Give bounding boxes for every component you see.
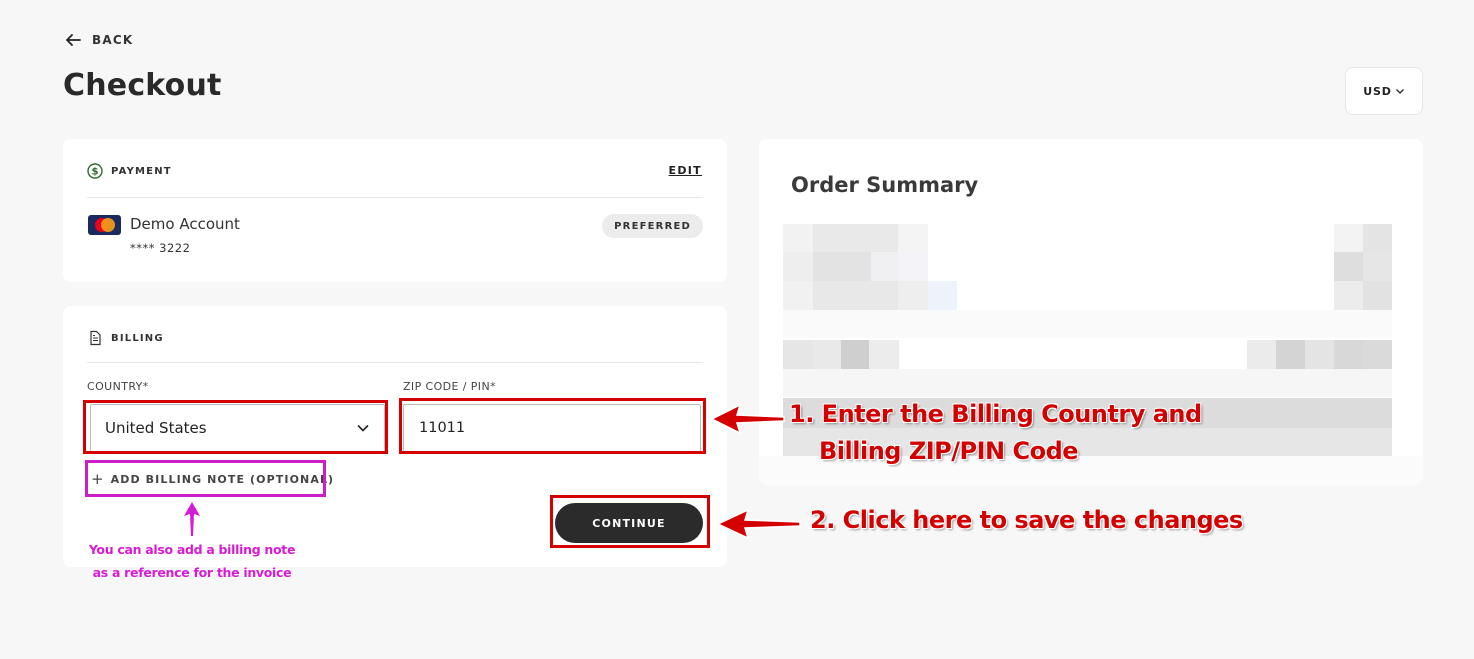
billing-section-label: BILLING — [111, 332, 164, 344]
arrow-left-annotation-icon — [710, 403, 785, 435]
billing-note-highlight-box — [85, 460, 326, 497]
order-summary-title: Order Summary — [791, 173, 979, 197]
country-label: COUNTRY* — [87, 380, 149, 393]
step1-annotation-line1: 1. Enter the Billing Country and — [789, 400, 1202, 428]
arrow-up-annotation-icon — [184, 502, 200, 536]
continue-highlight-box — [550, 495, 710, 548]
card-brand-icon — [88, 215, 121, 235]
currency-selector[interactable]: USD — [1345, 67, 1423, 115]
billing-header: BILLING — [87, 330, 164, 346]
preferred-badge: PREFERRED — [602, 214, 703, 238]
currency-value: USD — [1363, 84, 1392, 98]
country-highlight-box — [83, 400, 388, 454]
account-number: **** 3222 — [130, 241, 191, 255]
payment-card: $ PAYMENT EDIT Demo Account **** 3222 PR… — [63, 139, 727, 282]
account-name: Demo Account — [130, 215, 240, 233]
note-annotation-line1: You can also add a billing note — [88, 542, 296, 557]
edit-payment-link[interactable]: EDIT — [669, 164, 702, 177]
payment-section-label: PAYMENT — [111, 165, 172, 177]
dollar-circle-icon: $ — [87, 163, 103, 179]
back-label: BACK — [92, 33, 134, 47]
payment-header: $ PAYMENT — [87, 163, 172, 179]
zip-label: ZIP CODE / PIN* — [403, 380, 496, 393]
divider — [87, 197, 703, 198]
divider — [87, 362, 703, 363]
step2-annotation: 2. Click here to save the changes — [810, 506, 1243, 534]
step1-annotation-line2: Billing ZIP/PIN Code — [819, 437, 1079, 465]
billing-note-annotation: You can also add a billing note as a ref… — [70, 538, 314, 584]
arrow-left-icon — [66, 34, 81, 46]
order-summary-card: Order Summary — [759, 139, 1423, 485]
chevron-down-icon — [1395, 89, 1404, 94]
page-title: Checkout — [63, 68, 222, 103]
zip-highlight-box — [399, 398, 706, 454]
arrow-left-annotation-icon — [716, 508, 801, 540]
note-annotation-line2: as a reference for the invoice — [92, 565, 292, 580]
svg-text:$: $ — [92, 167, 99, 178]
document-icon — [90, 330, 101, 346]
back-link[interactable]: BACK — [64, 31, 133, 49]
